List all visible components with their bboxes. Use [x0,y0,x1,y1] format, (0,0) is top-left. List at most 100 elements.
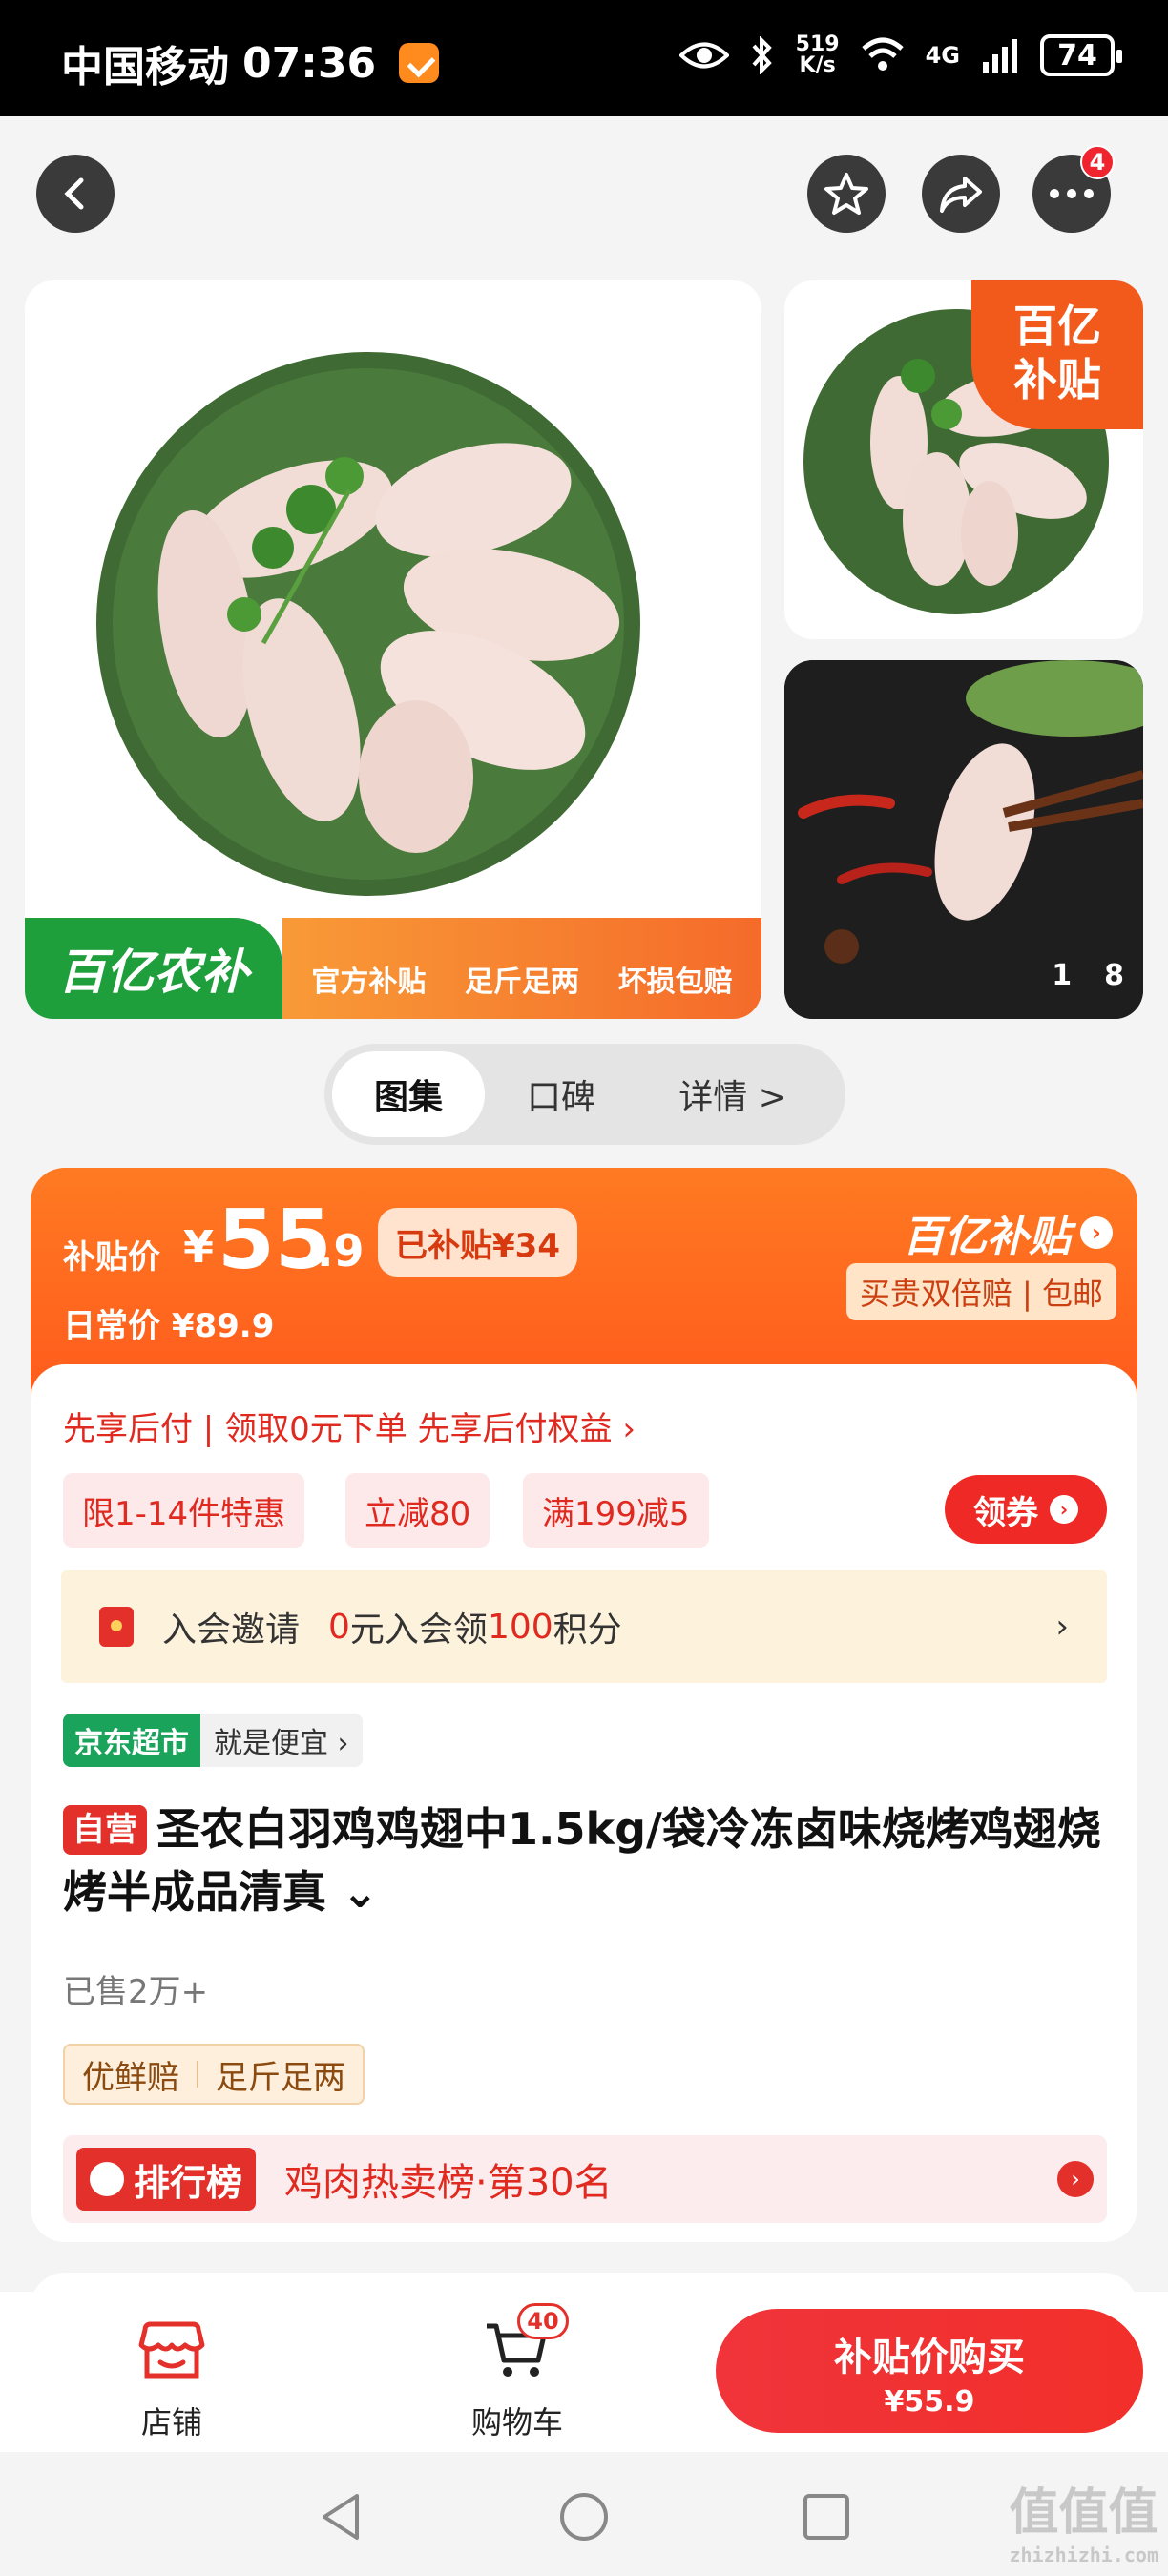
favorite-button[interactable] [807,155,886,233]
chevron-left-icon [64,177,84,210]
nav-recents-icon[interactable] [800,2490,853,2544]
counter-total: 8 [1104,959,1124,992]
buy-button-label: 补贴价购买 [834,2336,1025,2379]
trophy-icon [90,2162,124,2196]
watermark: 值值值 zhizhizhi.com [1009,2472,1158,2566]
status-right: 519 K/s 4G 74 [678,34,1122,76]
subsidy-amount-badge: 已补贴¥34 [378,1208,577,1277]
subsidy-corner-line1: 百亿 [1013,301,1101,352]
buy-button-price: ¥55.9 [884,2385,975,2419]
coupon-tag[interactable]: 立减80 [345,1473,490,1548]
battery-indicator: 74 [1040,34,1122,76]
coupon-tag[interactable]: 限1-14件特惠 [63,1473,305,1548]
tab-gallery[interactable]: 图集 [332,1051,485,1137]
chevron-right-icon: › [1057,2161,1094,2197]
signal-icon [983,39,1017,73]
ranking-text: 鸡肉热卖榜·第30名 [284,2161,613,2205]
main-product-image[interactable]: 百亿农补 官方补贴 足斤足两 坏损包赔 [25,280,761,1019]
store-button[interactable]: 店铺 [95,2313,248,2442]
back-button[interactable] [36,155,115,233]
member-invite-banner[interactable]: 入会邀请 0 元入会领 100 积分 › [61,1570,1107,1683]
status-bar: 中国移动 07:36 519 K/s 4G 74 [0,0,1168,116]
buy-now-button[interactable]: 补贴价购买 ¥55.9 [716,2309,1143,2433]
price-decimal: .9 [317,1225,365,1277]
sold-count: 已售2万+ [63,1973,209,2011]
network-type: 4G [925,42,960,69]
nav-back-icon[interactable] [315,2490,368,2544]
promo-item: 足斤足两 [464,966,579,999]
member-invite-points: 100 [487,1607,553,1647]
more-button[interactable]: 4 [1032,145,1115,233]
service-tag: 优鲜赔 [82,2058,179,2097]
subsidy-corner-badge: 百亿 补贴 [971,280,1143,429]
counter-current: 1 [1052,959,1073,992]
promo-item: 坏损包赔 [617,966,733,999]
jd-supermarket-tag: 京东超市 [63,1714,200,1767]
product-title: 圣农白羽鸡鸡翅中1.5kg/袋冷冻卤味烧烤鸡翅烧烤半成品清真 ⌄ [63,1803,1101,1918]
cart-icon: 40 [479,2303,569,2389]
chevron-right-icon: › [1050,1495,1078,1524]
jd-supermarket-link[interactable]: 京东超市 就是便宜 › [63,1714,363,1767]
promo-item: 官方补贴 [311,966,427,999]
ranking-tag: 排行榜 [76,2148,257,2211]
bottom-action-bar: 店铺 40 购物车 补贴价购买 ¥55.9 [0,2292,1168,2452]
tab-details[interactable]: 详情 > [637,1051,828,1137]
gallery-counter: 1 8 [1052,959,1124,992]
chicken-wings-image [96,352,640,896]
promo-items: 官方补贴 足斤足两 坏损包赔 [282,918,761,1019]
guarantee-badge: 买贵双倍赔 | 包邮 [845,1263,1116,1320]
clock: 07:36 [242,38,377,88]
system-nav-bar: 值值值 zhizhizhi.com [0,2452,1168,2576]
thumbnail-1[interactable]: 百亿 补贴 [784,280,1143,639]
member-invite-unit: 积分 [553,1610,622,1650]
promo-brand: 百亿农补 [25,918,282,1019]
share-icon [940,177,982,213]
wifi-icon [861,37,904,71]
bluetooth-icon [752,36,772,74]
subsidy-brand-link[interactable]: 百亿补贴 › [903,1202,1113,1263]
share-button[interactable] [922,155,1000,233]
ranking-tag-label: 排行榜 [134,2161,243,2204]
subsidy-corner-line2: 补贴 [1013,354,1101,405]
service-tags[interactable]: 优鲜赔 足斤足两 [63,2044,365,2105]
speed-value: 519 [795,32,840,56]
more-icon [1050,189,1094,198]
more-badge: 4 [1080,145,1115,179]
thumbnail-2[interactable]: 1 8 [784,660,1143,1019]
price-card: 补贴价 ¥ 55 .9 已补贴¥34 日常价 ¥89.9 百亿补贴 › 买贵双倍… [31,1168,1137,2242]
chevron-right-icon: › [1055,1608,1069,1646]
cart-count-badge: 40 [517,2303,569,2339]
cart-label: 购物车 [470,2404,563,2441]
price-currency: ¥ [183,1221,215,1273]
price-integer: 55 [218,1193,332,1288]
member-invite-amount: 0 [328,1607,350,1647]
store-icon [134,2313,210,2389]
price-label: 补贴价 [63,1238,160,1277]
pay-later-link[interactable]: 先享后付 | 领取0元下单 先享后付权益 › [63,1402,636,1449]
service-tag: 足斤足两 [216,2058,345,2097]
cart-button[interactable]: 40 购物车 [441,2303,594,2442]
gallery-tabs: 图集 口碑 详情 > [324,1044,845,1145]
promo-strip: 百亿农补 官方补贴 足斤足两 坏损包赔 [25,918,761,1019]
network-speed: 519 K/s [796,34,840,76]
product-title-block[interactable]: 自营 圣农白羽鸡鸡翅中1.5kg/袋冷冻卤味烧烤鸡翅烧烤半成品清真 ⌄ [63,1797,1103,1923]
jd-supermarket-text: 就是便宜 › [214,1727,349,1760]
get-coupon-button[interactable]: 领券 › [945,1475,1107,1544]
member-invite-title: 入会邀请 [162,1610,301,1650]
carrier-label: 中国移动 [61,43,229,92]
ranking-banner[interactable]: 排行榜 鸡肉热卖榜·第30名 › [63,2135,1107,2223]
coupon-tag[interactable]: 满199减5 [523,1473,709,1548]
eye-icon [678,42,729,69]
speed-unit: K/s [799,53,836,77]
daily-price: 日常价 ¥89.9 [63,1307,275,1345]
get-coupon-label: 领券 [973,1493,1038,1532]
red-envelope-icon [99,1607,134,1647]
watermark-main: 值值值 [1009,2484,1158,2542]
chevron-right-icon: › [1080,1216,1113,1249]
tab-reviews[interactable]: 口碑 [485,1051,637,1137]
self-operated-tag: 自营 [63,1805,147,1855]
watermark-sub: zhizhizhi.com [1009,2544,1158,2566]
nav-home-icon[interactable] [557,2490,611,2544]
store-label: 店铺 [140,2404,202,2441]
star-icon [824,173,868,215]
